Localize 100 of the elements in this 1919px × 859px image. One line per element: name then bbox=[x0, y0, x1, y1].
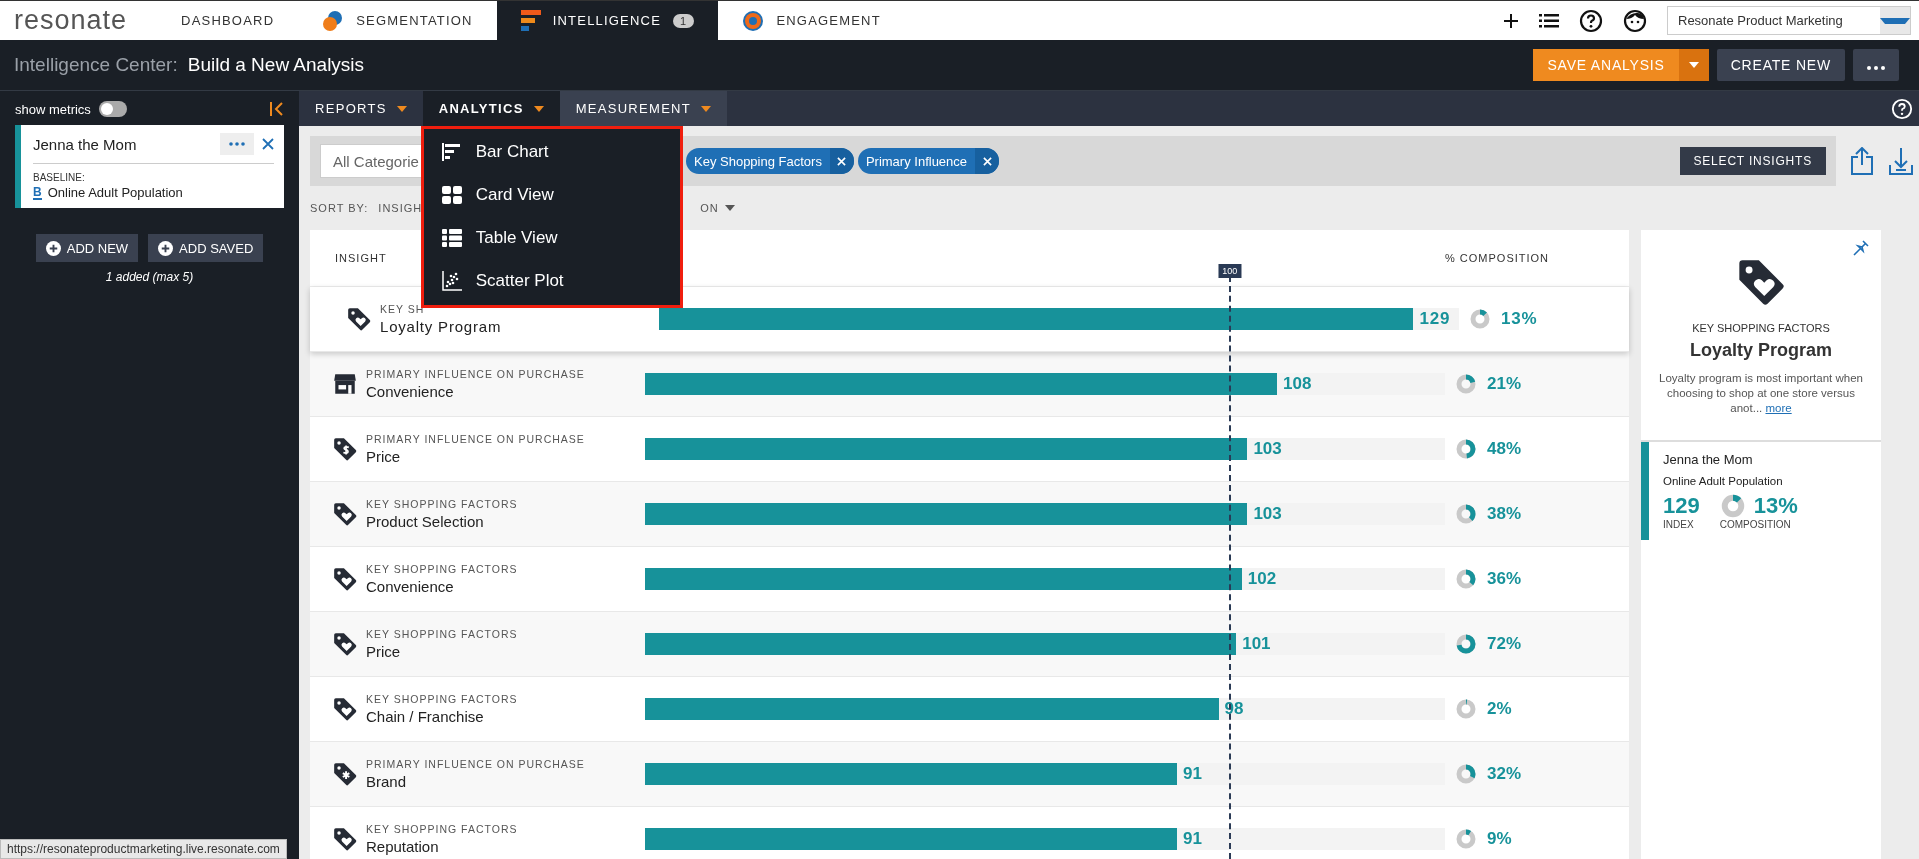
composition-value: 38% bbox=[1487, 504, 1522, 524]
insight-category: PRIMARY INFLUENCE ON PURCHASE bbox=[366, 368, 585, 380]
insight-name: Product Selection bbox=[366, 513, 485, 530]
baseline-label: BASELINE: bbox=[33, 172, 86, 183]
stacked-bars-icon bbox=[520, 9, 541, 32]
composition-donut bbox=[1455, 633, 1477, 655]
share-icon[interactable] bbox=[1850, 147, 1874, 175]
composition-donut bbox=[1455, 503, 1477, 525]
more-link[interactable]: more bbox=[1765, 401, 1792, 414]
user-avatar-icon[interactable] bbox=[1623, 8, 1647, 33]
insight-row[interactable]: PRIMARY INFLUENCE ON PURCHASE Brand 91 32% bbox=[310, 742, 1629, 807]
nav-tab[interactable]: ENGAGEMENT bbox=[718, 1, 905, 40]
list-icon[interactable] bbox=[1539, 13, 1559, 28]
insight-name: Brand bbox=[366, 773, 408, 790]
target-icon bbox=[742, 9, 765, 32]
collapse-icon[interactable] bbox=[270, 102, 284, 116]
sort-label: SORT BY: bbox=[310, 202, 369, 214]
composition-value: 72% bbox=[1487, 634, 1522, 654]
grid-icon bbox=[441, 185, 462, 204]
heart-tag-icon bbox=[332, 826, 358, 852]
composition-value: 2% bbox=[1487, 699, 1512, 719]
menu-item[interactable]: Table View bbox=[423, 216, 680, 259]
toggle-switch[interactable] bbox=[98, 101, 127, 117]
audience-name: Jenna the Mom bbox=[1663, 451, 1754, 467]
index-value: 103 bbox=[1252, 503, 1282, 525]
index-value: 103 bbox=[1252, 438, 1282, 460]
section-label: Intelligence Center: bbox=[14, 54, 178, 76]
filter-chip[interactable]: Primary Influence bbox=[857, 148, 1000, 174]
logo[interactable]: resonate bbox=[0, 1, 158, 40]
filter-chip[interactable]: Key Shopping Factors bbox=[686, 148, 854, 174]
composition-value: 48% bbox=[1487, 439, 1522, 459]
index-value: 98 bbox=[1223, 698, 1244, 720]
sub-tab[interactable]: MEASUREMENT bbox=[559, 91, 728, 126]
menu-item[interactable]: Card View bbox=[423, 173, 680, 216]
insight-category: KEY SHOPPING FACTORS bbox=[366, 498, 518, 510]
close-icon[interactable] bbox=[262, 138, 274, 150]
audience-card[interactable]: Jenna the Mom BASELINE: B Online Adult Population bbox=[15, 125, 284, 208]
composition-value: 13% bbox=[1501, 309, 1538, 329]
list-icon bbox=[441, 228, 462, 247]
baseline-label: 100 bbox=[1218, 264, 1242, 278]
select-insights-button[interactable]: SELECT INSIGHTS bbox=[1679, 147, 1826, 175]
insight-row[interactable]: KEY SHOPPING FACTORS Price 101 72% bbox=[310, 612, 1629, 677]
insight-row[interactable]: KEY SHOPPING FACTORS Product Selection 103 38% bbox=[310, 482, 1629, 547]
insight-category: PRIMARY INFLUENCE ON PURCHASE bbox=[366, 433, 585, 445]
help-icon[interactable] bbox=[1579, 8, 1603, 33]
composition-donut bbox=[1469, 308, 1491, 330]
insight-name: Convenience bbox=[366, 383, 455, 400]
nav-tab[interactable]: SEGMENTATION bbox=[298, 1, 497, 40]
composition-label: COMPOSITION bbox=[1719, 518, 1792, 530]
save-options-button[interactable] bbox=[1678, 49, 1709, 81]
price-tag-icon bbox=[332, 436, 358, 462]
add-saved-button[interactable]: ADD SAVED bbox=[148, 234, 264, 262]
heart-tag-icon bbox=[346, 306, 372, 332]
insight-category: KEY SHOPPING FACTORS bbox=[366, 628, 518, 640]
insight-name: Reputation bbox=[366, 838, 440, 855]
insight-name: Convenience bbox=[366, 578, 455, 595]
baseline-name: Online Adult Population bbox=[1663, 474, 1784, 487]
heart-tag-icon bbox=[332, 631, 358, 657]
nav-tab[interactable]: INTELLIGENCE 1 bbox=[496, 1, 719, 40]
index-label: INDEX bbox=[1663, 518, 1695, 530]
plus-icon bbox=[45, 240, 61, 256]
composition-donut bbox=[1455, 568, 1477, 590]
scatter-plot-icon bbox=[441, 270, 462, 291]
insight-category: KEY SHOPPING FACTORS bbox=[366, 823, 518, 835]
sort-option[interactable]: INSIGH bbox=[378, 202, 423, 214]
nav-tab[interactable]: DASHBOARD bbox=[157, 1, 299, 40]
detail-category: KEY SHOPPING FACTORS bbox=[1691, 322, 1831, 334]
plus-icon[interactable] bbox=[1503, 12, 1519, 29]
insight-category: PRIMARY INFLUENCE ON PURCHASE bbox=[366, 758, 585, 770]
insight-row[interactable]: KEY SH Loyalty Program 129 13% bbox=[310, 287, 1629, 352]
plus-icon bbox=[158, 240, 174, 256]
heart-tag-icon bbox=[332, 566, 358, 592]
index-value: 108 bbox=[1282, 373, 1312, 395]
add-new-button[interactable]: ADD NEW bbox=[35, 234, 139, 262]
account-dropdown[interactable]: Resonate Product Marketing bbox=[1667, 6, 1911, 35]
create-new-button[interactable]: CREATE NEW bbox=[1716, 49, 1845, 81]
store-icon bbox=[332, 371, 358, 397]
composition-donut bbox=[1455, 373, 1477, 395]
more-icon bbox=[229, 142, 245, 146]
price-tag-icon bbox=[332, 761, 358, 787]
status-url: https://resonateproductmarketing.live.resonate.com bbox=[0, 839, 287, 859]
page-title: Build a New Analysis bbox=[187, 54, 365, 76]
baseline-name: Online Adult Population bbox=[47, 185, 183, 200]
index-value: 91 bbox=[1182, 828, 1202, 850]
sort-option[interactable]: ON bbox=[700, 202, 735, 214]
composition-donut bbox=[1719, 492, 1746, 519]
insight-name: Chain / Franchise bbox=[366, 708, 485, 725]
detail-description: Loyalty program is most important when choosing to shop at one store versus anot... more bbox=[1658, 371, 1864, 416]
more-icon bbox=[1867, 66, 1885, 70]
pin-icon[interactable] bbox=[1853, 240, 1869, 256]
index-value: 101 bbox=[1241, 633, 1271, 655]
download-icon[interactable] bbox=[1888, 147, 1914, 175]
insight-row[interactable]: PRIMARY INFLUENCE ON PURCHASE Convenience 108 21% bbox=[310, 352, 1629, 417]
audience-count: 1 added (max 5) bbox=[104, 270, 195, 284]
more-options-button[interactable] bbox=[1853, 49, 1899, 81]
composition-donut bbox=[1455, 438, 1477, 460]
index-value: 129 bbox=[1418, 308, 1451, 330]
index-value: 102 bbox=[1246, 568, 1277, 590]
menu-item[interactable]: Bar Chart bbox=[423, 130, 680, 173]
composition-value: 13% bbox=[1753, 492, 1798, 519]
